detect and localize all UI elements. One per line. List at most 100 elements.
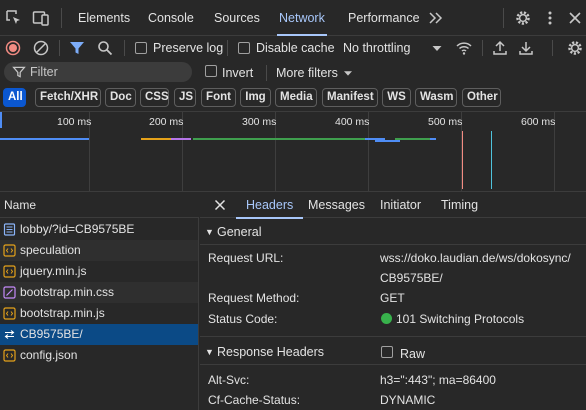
network-timeline-overview[interactable]: 100 ms 200 ms 300 ms 400 ms 500 ms 600 m… <box>0 111 586 191</box>
request-name: bootstrap.min.css <box>20 285 115 299</box>
tab-elements[interactable]: Elements <box>78 0 130 35</box>
request-url-value: wss://doko.laudian.de/ws/dokosync/ <box>380 251 571 265</box>
device-toolbar-icon[interactable] <box>32 9 50 27</box>
request-row[interactable]: config.json <box>0 345 198 366</box>
clear-log-icon[interactable] <box>32 39 50 57</box>
request-method-label: Request Method: <box>208 291 300 305</box>
raw-headers-label[interactable]: Raw <box>400 342 425 366</box>
timeline-tick-label: 300 ms <box>242 116 277 128</box>
import-har-upload-icon[interactable] <box>491 39 509 57</box>
more-tabs-chevron-icon[interactable] <box>427 9 445 27</box>
response-headers-section-header[interactable]: ▼ Response Headers <box>200 340 586 364</box>
tab-console[interactable]: Console <box>148 0 194 35</box>
divider <box>200 244 586 245</box>
collapse-triangle-icon: ▼ <box>205 347 214 357</box>
chip-css[interactable]: CSS <box>140 88 169 107</box>
divider <box>482 40 483 56</box>
stop-recording-icon[interactable] <box>4 39 22 57</box>
request-row[interactable]: bootstrap.min.css <box>0 282 198 303</box>
tab-sources[interactable]: Sources <box>214 0 260 35</box>
script-icon <box>3 244 16 257</box>
chip-doc[interactable]: Doc <box>105 88 136 107</box>
timeline-bar-document <box>0 138 89 140</box>
request-row[interactable]: lobby/?id=CB9575BE <box>0 219 198 240</box>
tab-messages[interactable]: Messages <box>308 192 365 218</box>
timeline-bar-document <box>0 112 2 128</box>
timeline-tick-label: 500 ms <box>428 116 463 128</box>
status-code-label: Status Code: <box>208 312 278 326</box>
throttling-dropdown-icon[interactable] <box>428 39 446 57</box>
more-filters-dropdown-icon[interactable] <box>340 65 356 81</box>
settings-gear-icon[interactable] <box>514 9 532 27</box>
header-value: h3=":443"; ma=86400 <box>380 373 496 387</box>
devtools-tab-bar: Elements Console Sources Network Perform… <box>0 0 586 36</box>
chip-img[interactable]: Img <box>240 88 271 107</box>
name-column-header[interactable]: Name <box>0 192 199 218</box>
network-settings-gear-icon[interactable] <box>566 39 584 57</box>
request-row-selected[interactable]: CB9575BE/ <box>0 324 198 345</box>
disable-cache-label[interactable]: Disable cache <box>256 36 335 60</box>
request-name: config.json <box>20 348 78 362</box>
chip-all[interactable]: All <box>3 88 26 107</box>
filter-field[interactable] <box>4 62 192 82</box>
request-method-value: GET <box>380 291 405 305</box>
filter-funnel-icon[interactable] <box>68 39 86 57</box>
timeline-bar-stylesheet <box>171 138 191 140</box>
request-row[interactable]: jquery.min.js <box>0 261 198 282</box>
filter-input[interactable] <box>30 62 186 82</box>
chip-other[interactable]: Other <box>462 88 501 107</box>
request-name: lobby/?id=CB9575BE <box>20 222 135 236</box>
disable-cache-checkbox[interactable] <box>238 42 250 54</box>
chip-ws[interactable]: WS <box>382 88 411 107</box>
stylesheet-icon <box>3 286 16 299</box>
chip-media[interactable]: Media <box>275 88 317 107</box>
timeline-tick-label: 100 ms <box>57 116 92 128</box>
request-list: Name lobby/?id=CB9575BE speculation jque… <box>0 192 199 410</box>
raw-headers-checkbox[interactable] <box>381 346 393 358</box>
divider <box>124 40 125 56</box>
network-toolbar: Preserve log Disable cache No throttling <box>0 36 586 60</box>
search-icon[interactable] <box>96 39 114 57</box>
status-success-dot-icon <box>381 313 392 324</box>
chip-fetch-xhr[interactable]: Fetch/XHR <box>35 88 101 107</box>
more-filters-button[interactable]: More filters <box>276 61 338 85</box>
status-code-value: 101 Switching Protocols <box>396 312 525 326</box>
network-lower-panel: Name lobby/?id=CB9575BE speculation jque… <box>0 191 586 410</box>
preserve-log-label[interactable]: Preserve log <box>153 36 223 60</box>
divider <box>200 336 586 337</box>
header-key: Cf-Cache-Status: <box>208 393 301 407</box>
chip-wasm[interactable]: Wasm <box>415 88 457 107</box>
invert-checkbox[interactable] <box>205 65 217 77</box>
tab-performance[interactable]: Performance <box>348 0 420 35</box>
request-name: speculation <box>20 243 81 257</box>
request-row[interactable]: bootstrap.min.js <box>0 303 198 324</box>
more-options-vertical-icon[interactable] <box>541 9 559 27</box>
inspect-element-icon[interactable] <box>5 9 23 27</box>
network-conditions-icon[interactable] <box>455 39 473 57</box>
chip-js[interactable]: JS <box>174 88 196 107</box>
timeline-tick-label: 200 ms <box>149 116 184 128</box>
preserve-log-checkbox[interactable] <box>135 42 147 54</box>
header-key: Alt-Svc: <box>208 373 250 387</box>
request-name: CB9575BE/ <box>20 327 83 341</box>
close-details-icon[interactable] <box>212 197 228 213</box>
export-har-download-icon[interactable] <box>517 39 535 57</box>
websocket-icon <box>3 328 16 341</box>
chip-manifest[interactable]: Manifest <box>322 88 378 107</box>
throttling-select[interactable]: No throttling <box>343 36 410 60</box>
script-icon <box>3 265 16 278</box>
request-url-label: Request URL: <box>208 251 284 265</box>
timeline-bar-document <box>430 138 436 140</box>
general-section-header[interactable]: ▼ General <box>200 220 586 244</box>
divider <box>266 65 267 81</box>
tab-headers[interactable]: Headers <box>235 192 304 219</box>
tab-network[interactable]: Network <box>277 0 327 36</box>
tab-timing[interactable]: Timing <box>441 192 478 218</box>
divider <box>503 8 504 28</box>
chip-font[interactable]: Font <box>201 88 236 107</box>
close-devtools-icon[interactable] <box>566 9 584 27</box>
divider <box>61 8 62 28</box>
tab-initiator[interactable]: Initiator <box>380 192 421 218</box>
invert-label[interactable]: Invert <box>222 61 253 85</box>
request-row[interactable]: speculation <box>0 240 198 261</box>
